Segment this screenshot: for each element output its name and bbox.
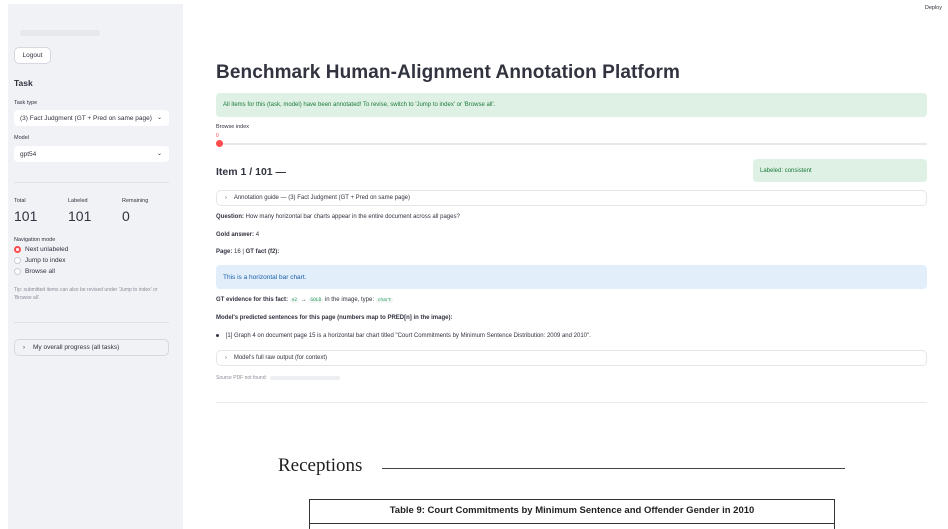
task-heading: Task	[14, 78, 33, 88]
labeled-status-badge: Labeled: consistent	[753, 159, 927, 182]
pdf-heading-rule	[382, 468, 845, 469]
gold-answer-value: 4	[255, 232, 260, 238]
chevron-down-icon: ⌄	[156, 151, 162, 157]
radio-jump-to-index[interactable]: Jump to index	[14, 257, 65, 264]
model-label: Model	[14, 135, 29, 141]
predicted-sentences-label: Model's predicted sentences for this pag…	[216, 315, 453, 321]
radio-selected-icon	[14, 246, 21, 253]
sidebar: Logout Task Task type (3) Fact Judgment …	[8, 4, 183, 529]
pdf-table: Table 9: Court Commitments by Minimum Se…	[309, 499, 835, 529]
arrow-right-icon: →	[300, 297, 307, 303]
labeled-status-text: Labeled: consistent	[760, 167, 812, 174]
remaining-metric-label: Remaining	[122, 198, 149, 204]
success-alert-text: All items for this (task, model) have be…	[223, 102, 496, 108]
sidebar-divider	[14, 322, 169, 323]
model-select[interactable]: gpt54 ⌄	[14, 146, 169, 162]
model-value: gpt54	[20, 150, 37, 158]
page-line: Page: 16 | GT fact (f2):	[216, 249, 279, 255]
success-alert: All items for this (task, model) have be…	[216, 93, 927, 117]
progress-expander-label: My overall progress (all tasks)	[33, 344, 120, 351]
pdf-table-title: Table 9: Court Commitments by Minimum Se…	[389, 505, 755, 516]
gt-evidence-code-gold: GOLD	[308, 298, 324, 303]
gt-evidence-code-e2: e2	[289, 298, 300, 303]
gt-fact-info-box: This is a horizontal bar chart.	[216, 265, 927, 289]
gt-fact-text: This is a horizontal bar chart.	[223, 273, 307, 281]
gt-evidence-line: GT evidence for this fact: e2 → GOLD in …	[216, 297, 394, 303]
gt-evidence-mid-text: in the image, type:	[324, 297, 374, 303]
radio-label: Browse all	[25, 268, 55, 275]
task-type-label: Task type	[14, 100, 38, 106]
radio-label: Next unlabeled	[25, 246, 69, 253]
raw-output-expander[interactable]: › Model's full raw output (for context)	[216, 350, 927, 366]
question-line: Question: How many horizontal bar charts…	[216, 214, 460, 220]
browse-index-slider-track[interactable]	[219, 143, 927, 145]
progress-expander[interactable]: › My overall progress (all tasks)	[14, 339, 169, 356]
gold-answer-label: Gold answer:	[216, 232, 255, 238]
remaining-metric-value: 0	[122, 208, 130, 224]
annotation-guide-label: Annotation guide — (3) Fact Judgment (GT…	[233, 195, 410, 201]
gt-evidence-type-code: chart	[375, 298, 394, 303]
deploy-button[interactable]: Deploy	[925, 5, 942, 11]
main-divider	[216, 402, 927, 403]
total-metric-label: Total	[14, 198, 26, 204]
browse-index-label: Browse index	[216, 124, 250, 130]
source-pdf-notice: Source PDF not found:	[216, 375, 341, 381]
browse-index-slider-handle[interactable]	[216, 140, 223, 147]
pdf-section-heading: Receptions	[278, 455, 363, 476]
chevron-right-icon: ›	[225, 195, 227, 201]
pdf-table-rule	[310, 523, 834, 524]
sidebar-blurred-header	[20, 30, 100, 36]
logout-button[interactable]: Logout	[14, 47, 51, 64]
chevron-right-icon: ›	[23, 344, 25, 351]
page-value: 16	[234, 249, 241, 255]
source-pdf-path-blurred	[270, 375, 341, 380]
gt-evidence-label: GT evidence for this fact:	[216, 297, 289, 303]
chevron-right-icon: ›	[225, 355, 227, 361]
question-text: How many horizontal bar charts appear in…	[245, 214, 460, 220]
task-type-value: (3) Fact Judgment (GT + Pred on same pag…	[20, 114, 152, 122]
predicted-sentence-text: [1] Graph 4 on document page 15 is a hor…	[225, 333, 591, 339]
browse-index-value: 0	[216, 133, 219, 139]
radio-unselected-icon	[14, 268, 21, 275]
page-separator: |	[242, 249, 244, 255]
total-metric-value: 101	[14, 208, 38, 224]
raw-output-label: Model's full raw output (for context)	[233, 355, 328, 361]
gt-fact-label: GT fact (f2):	[245, 249, 280, 255]
item-heading: Item 1 / 101 —	[216, 166, 287, 178]
predicted-sentences-heading: Model's predicted sentences for this pag…	[216, 315, 452, 321]
bullet-icon	[216, 333, 219, 337]
source-pdf-label: Source PDF not found:	[216, 375, 267, 381]
sidebar-divider	[14, 182, 169, 183]
question-label: Question:	[216, 214, 244, 220]
radio-browse-all[interactable]: Browse all	[14, 268, 55, 275]
navigation-mode-label: Navigation mode	[14, 237, 56, 243]
page-title: Benchmark Human-Alignment Annotation Pla…	[216, 62, 681, 83]
radio-next-unlabeled[interactable]: Next unlabeled	[14, 246, 68, 253]
labeled-metric-value: 101	[68, 208, 92, 224]
page-label: Page:	[216, 249, 233, 255]
predicted-sentence-item: [1] Graph 4 on document page 15 is a hor…	[216, 333, 591, 339]
annotation-guide-expander[interactable]: › Annotation guide — (3) Fact Judgment (…	[216, 190, 927, 206]
task-type-select[interactable]: (3) Fact Judgment (GT + Pred on same pag…	[14, 110, 169, 126]
gold-answer-line: Gold answer: 4	[216, 232, 259, 238]
radio-label: Jump to index	[25, 257, 66, 264]
radio-unselected-icon	[14, 257, 21, 264]
navigation-tip: Tip: submitted items can also be revised…	[14, 287, 158, 301]
labeled-metric-label: Labeled	[68, 198, 88, 204]
chevron-down-icon: ⌄	[156, 115, 162, 121]
